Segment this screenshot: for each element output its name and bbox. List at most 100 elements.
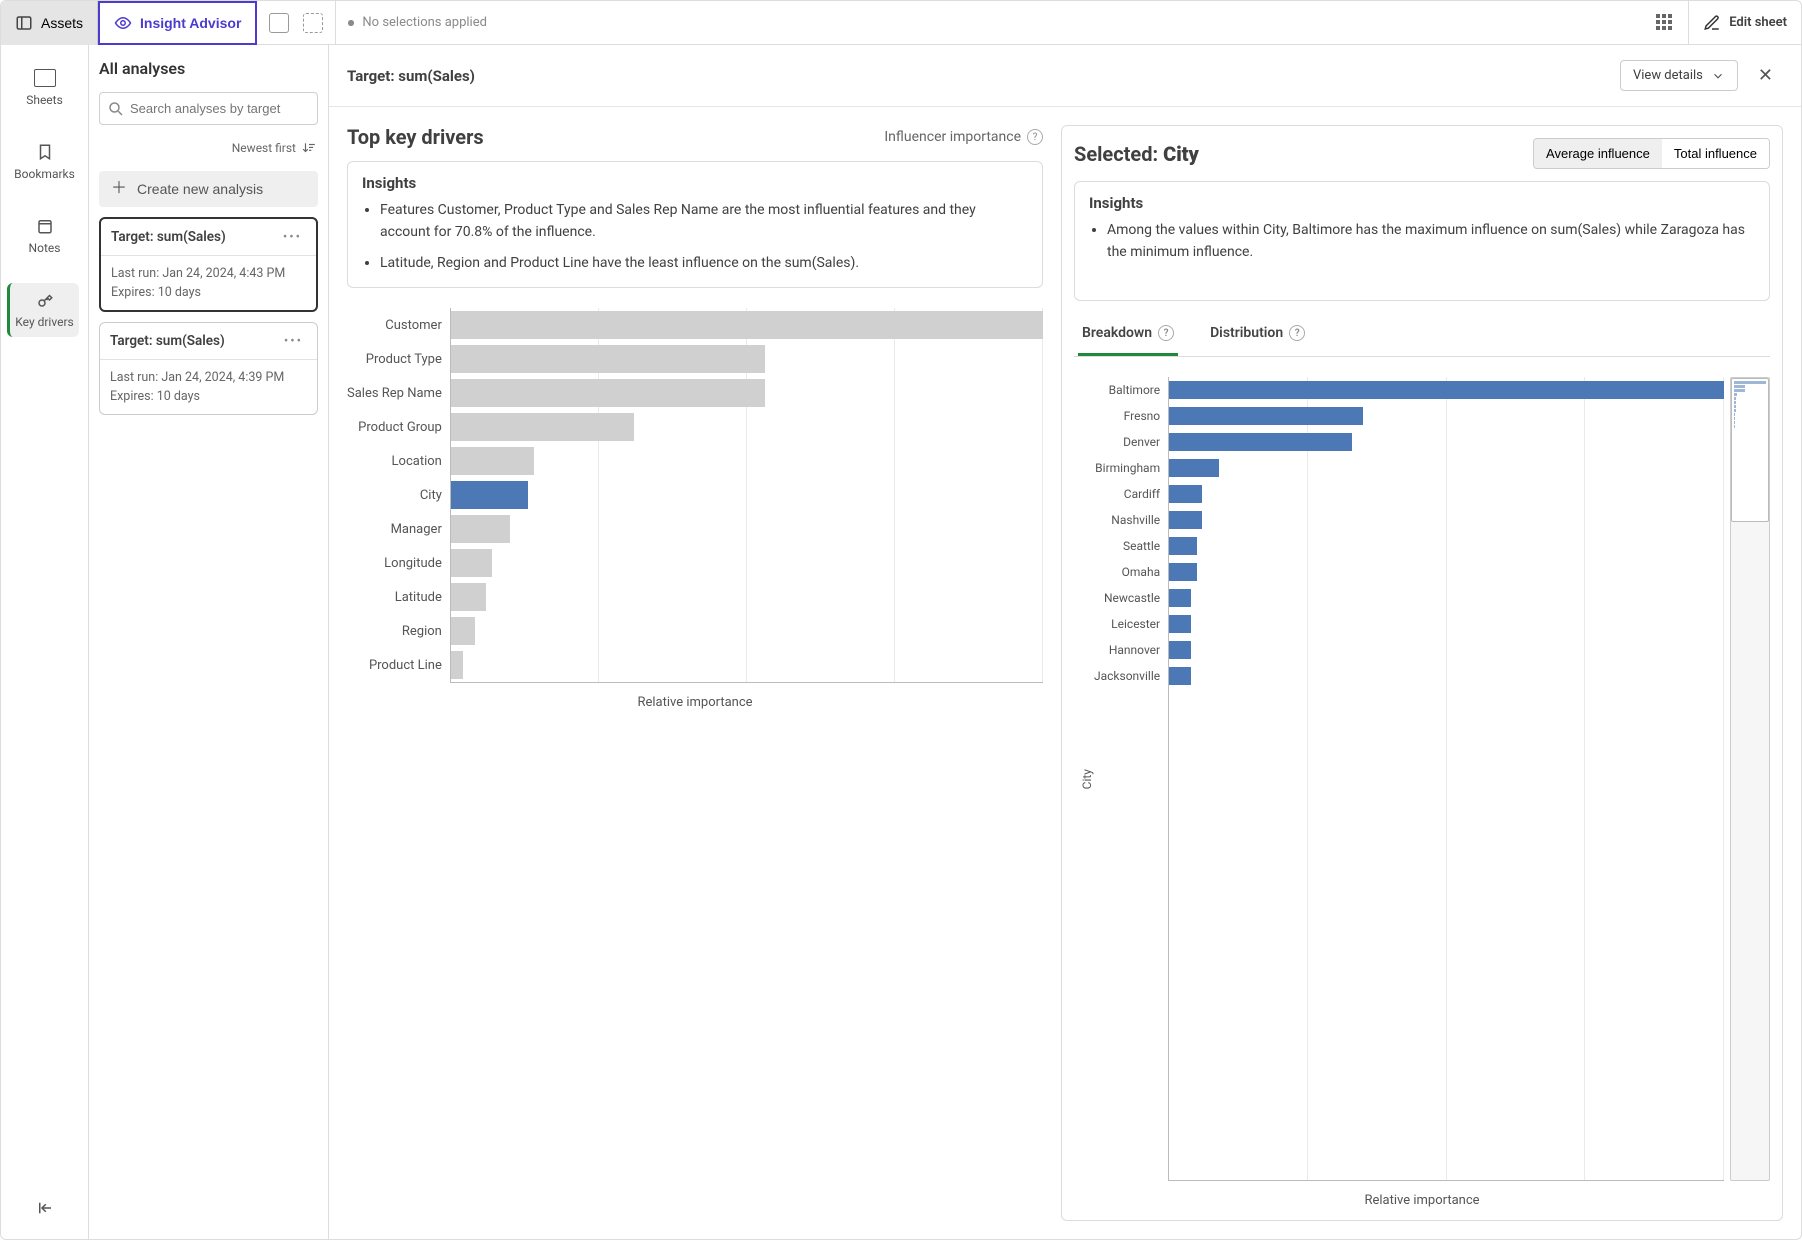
card-expires: Expires: 10 days [111,285,306,300]
bar[interactable] [1169,511,1202,529]
create-label: Create new analysis [137,181,263,197]
y-tick-label: Location [392,444,442,478]
breakdown-chart: City BaltimoreFresnoDenverBirminghamCard… [1074,377,1770,1208]
analyses-panel: All analyses Newest first ＋ Create new a… [89,45,329,1239]
influencer-importance-label: Influencer importance ? [884,129,1043,145]
rail-key-drivers[interactable]: Key drivers [7,283,79,337]
help-icon[interactable]: ? [1027,129,1043,145]
bar[interactable] [1169,641,1191,659]
rail-notes[interactable]: Notes [9,209,81,263]
assets-button[interactable]: Assets [1,1,98,45]
rail-sheets[interactable]: Sheets [9,61,81,115]
top-toolbar: Assets Insight Advisor No selections app… [1,1,1801,45]
smart-select-icon[interactable] [269,13,289,33]
y-tick-label: Product Line [369,648,442,682]
y-tick-label: Hannover [1109,637,1160,663]
eye-icon [114,14,132,32]
lasso-select-icon[interactable] [303,13,323,33]
insight-advisor-button[interactable]: Insight Advisor [98,1,257,45]
overview-scrollbar[interactable] [1730,377,1770,1181]
bar[interactable] [451,583,487,611]
bookmark-icon [36,143,54,161]
bar[interactable] [1169,589,1191,607]
bar[interactable] [1169,407,1363,425]
y-tick-label: Product Type [366,342,442,376]
bar[interactable] [451,515,510,543]
analysis-card[interactable]: Target: sum(Sales) ••• Last run: Jan 24,… [99,217,318,312]
insights-title: Insights [1089,194,1755,212]
sort-control[interactable]: Newest first [99,135,318,161]
bar[interactable] [1169,485,1202,503]
bar[interactable] [1169,615,1191,633]
rail-bookmarks-label: Bookmarks [14,167,75,181]
search-analyses-input[interactable] [99,92,318,125]
panel-title: All analyses [99,55,318,82]
bar[interactable] [451,651,463,679]
bar[interactable] [451,617,475,645]
chevron-down-icon [1711,69,1725,83]
total-influence-button[interactable]: Total influence [1662,139,1769,168]
card-expires: Expires: 10 days [110,389,307,404]
y-tick-label: Region [402,614,442,648]
selected-title: Selected: City [1074,142,1199,166]
sort-desc-icon [302,141,316,155]
bar[interactable] [451,549,492,577]
app-grid-icon[interactable] [1656,14,1674,32]
card-title: Target: sum(Sales) [111,229,226,245]
bar[interactable] [1169,667,1191,685]
x-axis-label: Relative importance [347,695,1043,710]
calendar-icon [36,217,54,235]
y-axis-title: City [1074,769,1094,789]
y-tick-label: City [420,478,442,512]
bar[interactable] [451,311,1043,339]
search-icon [107,100,125,118]
y-tick-label: Manager [391,512,442,546]
card-title: Target: sum(Sales) [110,333,225,349]
bar[interactable] [1169,433,1352,451]
y-tick-label: Baltimore [1109,377,1160,403]
bar[interactable] [1169,459,1219,477]
bar[interactable] [451,447,534,475]
avg-influence-button[interactable]: Average influence [1534,139,1662,168]
assets-label: Assets [41,15,83,31]
insights-box-right: Insights Among the values within City, B… [1074,181,1770,301]
view-details-label: View details [1633,68,1703,83]
bar[interactable] [1169,381,1724,399]
y-tick-label: Cardiff [1124,481,1160,507]
tab-breakdown[interactable]: Breakdown ? [1078,313,1178,356]
left-rail: Sheets Bookmarks Notes Key drivers [1,45,89,1239]
help-icon[interactable]: ? [1158,325,1174,341]
y-tick-label: Longitude [384,546,442,580]
y-tick-label: Denver [1123,429,1160,455]
bar[interactable] [451,379,765,407]
y-tick-label: Fresno [1124,403,1160,429]
close-button[interactable]: ✕ [1748,59,1783,92]
bar[interactable] [451,481,528,509]
bar[interactable] [1169,537,1197,555]
analysis-card[interactable]: Target: sum(Sales) ••• Last run: Jan 24,… [99,322,318,415]
insight-item: Latitude, Region and Product Line have t… [380,253,1028,275]
y-tick-label: Jacksonville [1094,663,1160,689]
y-tick-label: Seattle [1123,533,1160,559]
y-tick-label: Latitude [395,580,442,614]
edit-sheet-button[interactable]: Edit sheet [1688,1,1801,44]
create-analysis-button[interactable]: ＋ Create new analysis [99,171,318,207]
y-tick-label: Product Group [358,410,442,444]
bar[interactable] [1169,563,1197,581]
insights-box-left: Insights Features Customer, Product Type… [347,161,1043,288]
y-tick-label: Nashville [1111,507,1160,533]
help-icon[interactable]: ? [1289,325,1305,341]
view-details-button[interactable]: View details [1620,60,1738,91]
plus-icon: ＋ [111,181,127,197]
bar[interactable] [451,345,765,373]
tab-distribution[interactable]: Distribution ? [1206,313,1309,356]
collapse-rail-icon[interactable] [36,1199,54,1217]
card-menu-icon[interactable]: ••• [280,334,307,349]
pencil-icon [1703,14,1721,32]
card-menu-icon[interactable]: ••• [279,230,306,245]
rail-bookmarks[interactable]: Bookmarks [9,135,81,189]
card-last-run: Last run: Jan 24, 2024, 4:43 PM [111,266,306,281]
bar[interactable] [451,413,635,441]
no-selection-icon [348,20,354,26]
x-axis-label: Relative importance [1074,1193,1770,1208]
